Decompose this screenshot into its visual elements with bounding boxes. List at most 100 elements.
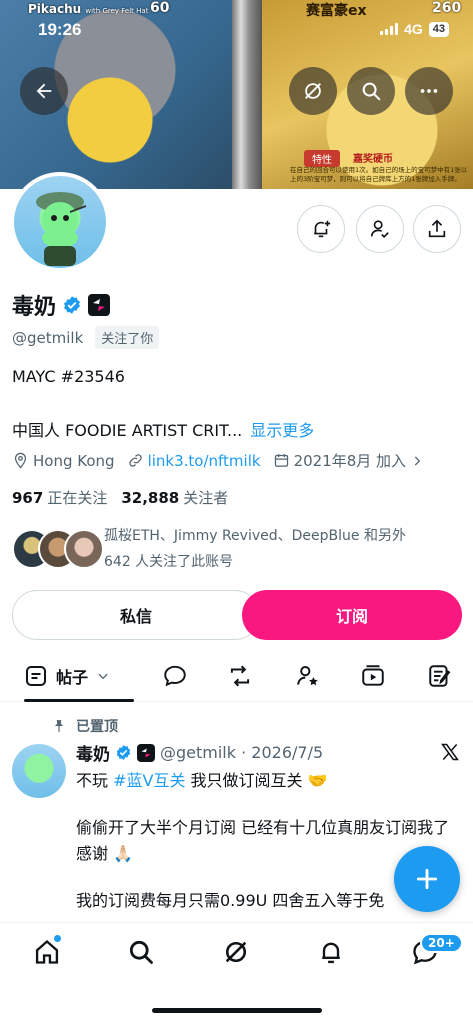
link-icon [128, 454, 142, 467]
network-label: 4G [404, 21, 423, 37]
location: Hong Kong [12, 452, 115, 470]
pinned-label: 已置顶 [52, 716, 118, 736]
hashtag-link[interactable]: #蓝V互关 [113, 771, 185, 790]
known-followers[interactable]: 孤桜ETH、Jimmy Revived、DeepBlue 和另外 642 人关注… [12, 523, 464, 575]
more-button[interactable] [405, 67, 453, 115]
tab-media[interactable] [359, 662, 387, 690]
bell-icon [322, 942, 340, 964]
profile-tabs: 帖子 [0, 656, 473, 702]
more-icon [420, 89, 438, 93]
bio-line-1: MAYC #23546 [12, 367, 125, 386]
joined-text: 2021年8月 加入 [293, 452, 407, 470]
location-icon [14, 452, 27, 469]
tab-highlights[interactable] [294, 662, 322, 690]
post-handle-date: @getmilk · 2026/7/5 [160, 743, 324, 762]
user-star-icon [297, 666, 318, 686]
nav-notifications[interactable] [316, 937, 346, 967]
tab-articles[interactable] [426, 662, 454, 690]
nav-explore[interactable] [126, 937, 156, 967]
following-count[interactable]: 967 正在关注 [12, 487, 107, 508]
chevron-down-icon [98, 673, 108, 680]
known-followers-text: 孤桜ETH、Jimmy Revived、DeepBlue 和另外 642 人关注… [104, 528, 406, 570]
handle-row: @getmilk 关注了你 [12, 326, 160, 349]
link-text[interactable]: link3.to/nftmilk [148, 452, 261, 470]
tab-posts-label: 帖子 [56, 668, 89, 687]
compose-button[interactable] [394, 846, 460, 912]
chevron-right-icon [414, 455, 421, 466]
notifications-button[interactable] [297, 205, 345, 253]
banner-right-card-hp: 260 [432, 0, 462, 16]
search-icon [129, 940, 153, 964]
verified-badge-icon [116, 745, 131, 760]
home-indicator [152, 1008, 322, 1013]
follows-you-badge: 关注了你 [95, 326, 160, 349]
joined-date[interactable]: 2021年8月 加入 [273, 450, 425, 471]
profile-meta: Hong Kong link3.to/nftmilk 2021年8月 加入 [12, 450, 436, 471]
tab-underline [24, 699, 134, 702]
post-line-1: 不玩 #蓝V互关 我只做订阅互关 🤝 [76, 771, 328, 790]
banner-left-card-hp: 60 [150, 0, 170, 16]
home-icon [35, 939, 59, 964]
show-more-link[interactable]: 显示更多 [250, 417, 314, 441]
plus-icon [416, 868, 438, 890]
banner-left-card-name: Pikachu with Grey Felt Hat [28, 2, 149, 16]
follow-status-button[interactable] [356, 205, 404, 253]
repost-icon [230, 665, 250, 687]
user-check-icon [370, 220, 389, 238]
avatar [64, 529, 104, 569]
messages-badge: 20+ [420, 933, 463, 953]
profile-link[interactable]: link3.to/nftmilk [127, 452, 261, 470]
message-button[interactable]: 私信 [12, 590, 260, 640]
home-notification-dot [54, 935, 61, 942]
arrow-left-icon [36, 83, 52, 99]
posts-icon [26, 666, 46, 686]
post-header: 毒奶 @getmilk · 2026/7/5 [76, 740, 323, 765]
profile-name-row: 毒奶 [12, 289, 111, 321]
tab-reposts[interactable] [226, 662, 254, 690]
bio-line-2: 中国人 FOODIE ARTIST CRIT... 显示更多 [12, 417, 314, 441]
nav-grok[interactable] [221, 937, 251, 967]
affiliate-badge-icon[interactable] [88, 294, 111, 316]
article-icon [429, 665, 451, 687]
verified-badge-icon[interactable] [62, 295, 82, 315]
banner-card-text: 在自己的回合可以使用1次。如自己的场上的宝可梦中有1张以上的3阶宝可梦，则可以将… [290, 166, 468, 183]
pin-icon [54, 720, 64, 732]
tab-replies[interactable] [161, 662, 189, 690]
grok-icon [305, 83, 321, 99]
location-text: Hong Kong [33, 451, 115, 470]
known-followers-avatars [12, 529, 104, 569]
media-icon [362, 665, 384, 686]
profile-name: 毒奶 [12, 295, 57, 320]
grok-button[interactable] [289, 67, 337, 115]
subscribe-button[interactable]: 订阅 [242, 590, 462, 640]
affiliate-badge-icon [137, 743, 155, 762]
share-icon [428, 219, 446, 238]
tab-posts[interactable]: 帖子 [24, 664, 110, 688]
banner-right-card-name: 赛富豪ex [306, 3, 367, 19]
bio-text: 中国人 FOODIE ARTIST CRIT... [12, 421, 243, 440]
avatar[interactable] [10, 172, 110, 272]
profile-handle: @getmilk [12, 328, 84, 347]
banner-card-ability: 嘉奖硬币 [353, 154, 393, 165]
status-indicators: 4G 43 [380, 21, 449, 37]
back-button[interactable] [20, 67, 68, 115]
reply-icon [164, 665, 186, 687]
share-button[interactable] [413, 205, 461, 253]
calendar-icon [274, 454, 288, 467]
banner-card-tag: 特性 [304, 150, 340, 167]
post-author-name[interactable]: 毒奶 [76, 740, 110, 765]
signal-icon [380, 23, 399, 35]
post-paragraph-3: 我的订阅费每月只需0.99U 四舍五入等于免 [76, 891, 385, 910]
search-button[interactable] [347, 67, 395, 115]
grok-icon [225, 941, 247, 963]
search-icon [362, 82, 381, 101]
post-avatar[interactable] [12, 744, 66, 798]
battery-icon: 43 [428, 21, 449, 37]
bell-plus-icon [314, 220, 331, 238]
status-time: 19:26 [38, 20, 82, 39]
follow-counts: 967 正在关注 32,888 关注者 [12, 487, 228, 508]
banner-divider [232, 0, 262, 189]
x-logo-icon [440, 742, 460, 766]
avatar-image [36, 192, 87, 266]
followers-count[interactable]: 32,888 关注者 [121, 487, 228, 508]
